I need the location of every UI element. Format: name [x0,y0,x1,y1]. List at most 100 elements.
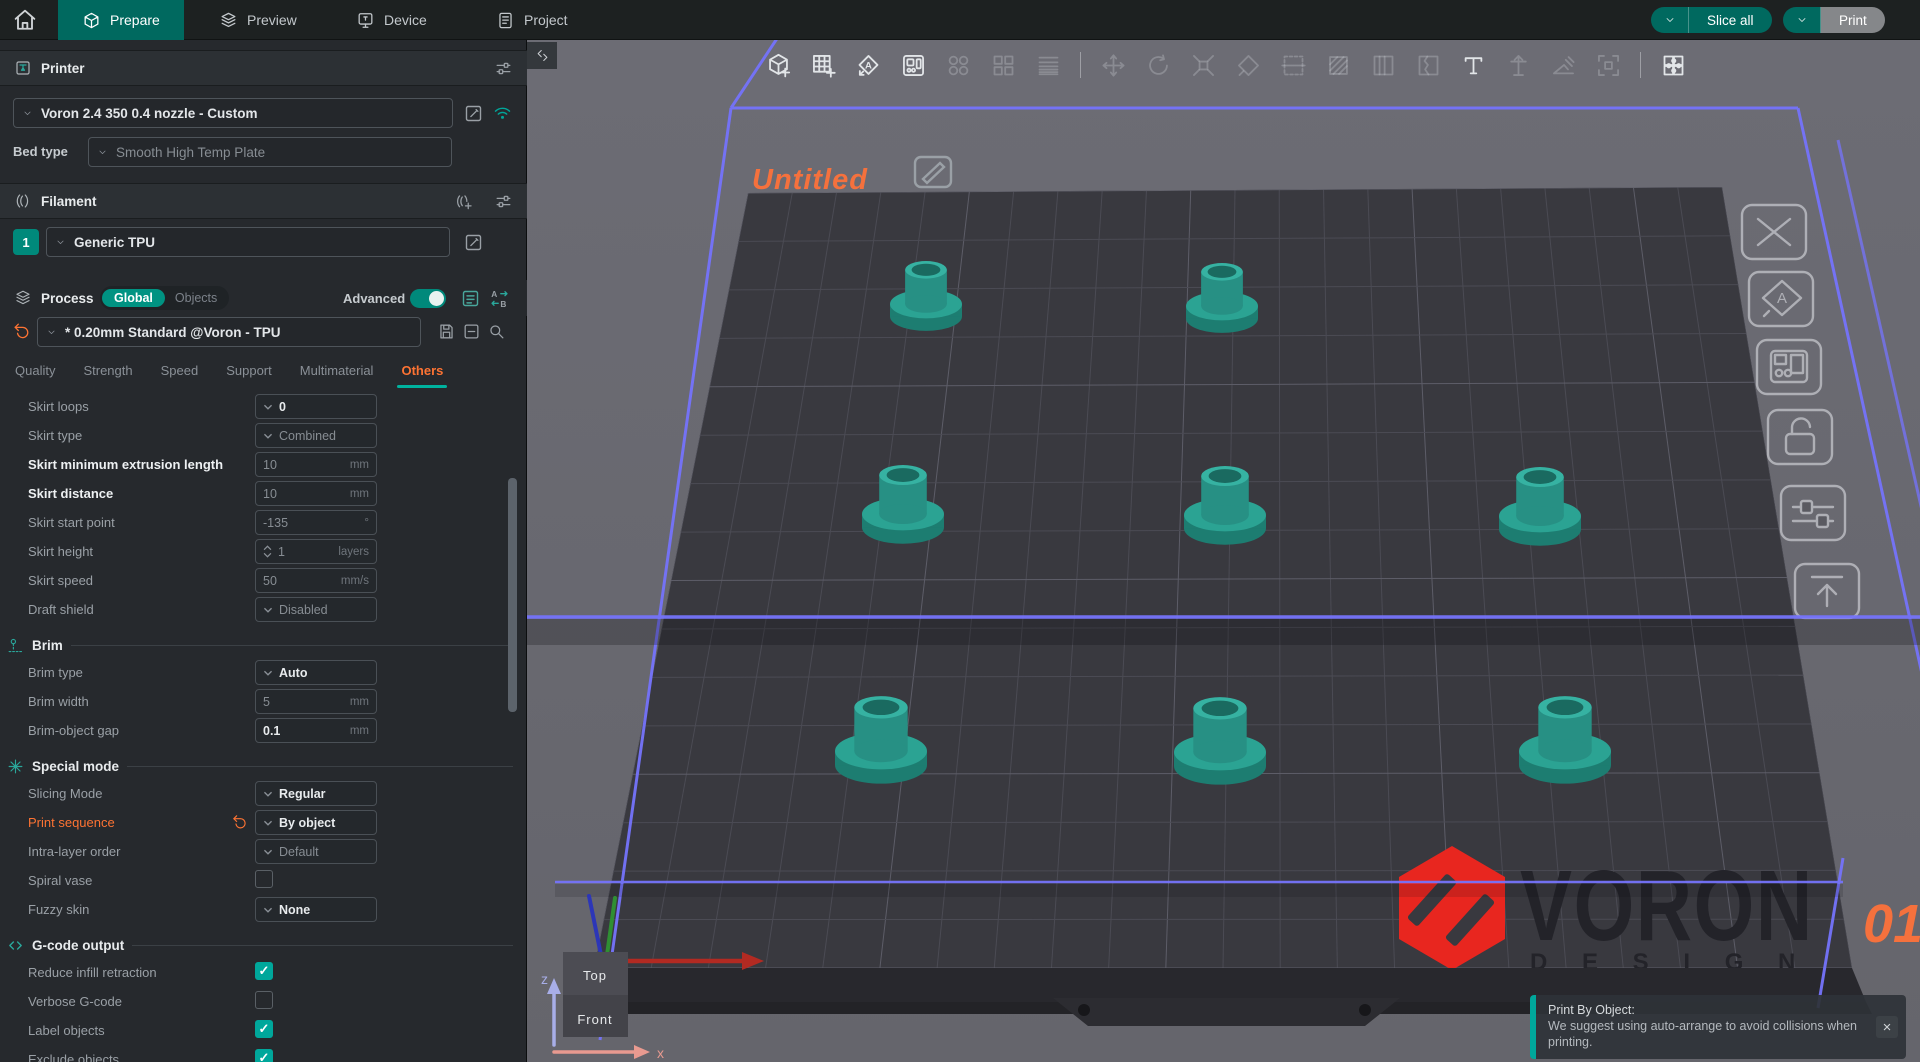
input-skirt-distance[interactable]: 10mm [255,481,377,506]
cut-icon[interactable] [1274,46,1312,84]
wifi-connection-icon[interactable] [492,102,513,123]
reset-process-icon[interactable] [12,321,31,340]
move-icon[interactable] [1094,46,1132,84]
compare-presets-icon[interactable]: AB [489,288,510,309]
slice-all-button[interactable]: Slice all [1651,7,1772,33]
process-tab-quality[interactable]: Quality [15,363,55,382]
text-icon[interactable] [1454,46,1492,84]
auto-orient-plate-icon[interactable]: A [1749,272,1813,326]
spinner-skirt-height[interactable]: 1layers [255,539,377,564]
input-skirt-minimum-extrusion-length[interactable]: 10mm [255,452,377,477]
filament-settings-sliders-icon[interactable] [494,192,513,211]
advanced-toggle[interactable] [410,289,446,308]
scale-icon[interactable] [1184,46,1222,84]
variable-layer-height-icon[interactable] [1029,46,1067,84]
edit-plate-name-icon[interactable] [915,157,951,187]
scale-to-fit-icon[interactable] [1589,46,1627,84]
setting-row-draft-shield: Draft shieldDisabled [0,595,527,624]
dropdown-skirt-type[interactable]: Combined [255,423,377,448]
checkbox-reduce-infill-retraction[interactable]: ✓ [255,962,273,980]
process-tab-speed[interactable]: Speed [161,363,199,382]
process-tab-support[interactable]: Support [226,363,272,382]
dropdown-skirt-loops[interactable]: 0 [255,394,377,419]
seam-paint-icon[interactable] [1409,46,1447,84]
home-icon[interactable] [10,6,40,34]
add-object-icon[interactable] [759,46,797,84]
dropdown-slicing-mode[interactable]: Regular [255,781,377,806]
filament-slot-badge[interactable]: 1 [13,229,39,255]
collapse-panel-handle[interactable] [527,42,557,69]
nav-cube-front-face[interactable]: Front [577,1012,612,1027]
dropdown-print-sequence[interactable]: By object [255,810,377,835]
printer-settings-sliders-icon[interactable] [494,59,513,78]
scene-canvas[interactable]: VORON D E S I G N Untitled 01 A [527,40,1920,1062]
printer-preset-dropdown[interactable]: Voron 2.4 350 0.4 nozzle - Custom [13,98,453,128]
arrange-plate-icon[interactable] [1757,340,1821,394]
add-plate-icon[interactable] [804,46,842,84]
height-range-icon[interactable] [1544,46,1582,84]
lock-plate-icon[interactable] [1768,410,1832,464]
edit-filament-icon[interactable] [463,232,484,253]
scope-global[interactable]: Global [102,289,165,307]
process-preset-dropdown[interactable]: * 0.20mm Standard @Voron - TPU [37,317,421,347]
lay-on-face-icon[interactable] [1229,46,1267,84]
arrange-icon[interactable] [894,46,932,84]
setting-label: Brim-object gap [28,723,119,738]
process-list-icon[interactable] [460,288,481,309]
checkbox-label-objects[interactable]: ✓ [255,1020,273,1038]
settings-scrollbar[interactable] [508,478,517,712]
rotate-icon[interactable] [1139,46,1177,84]
dropdown-fuzzy-skin[interactable]: None [255,897,377,922]
dropdown-draft-shield[interactable]: Disabled [255,597,377,622]
reset-setting-icon[interactable] [231,813,248,830]
print-options-chevron-icon[interactable] [1783,7,1821,33]
save-preset-icon[interactable] [437,322,456,341]
checkbox-exclude-objects[interactable]: ✓ [255,1049,273,1062]
dropdown-intra-layer-order[interactable]: Default [255,839,377,864]
tab-prepare[interactable]: Prepare [58,0,184,40]
bed-type-dropdown[interactable]: Smooth High Temp Plate [88,137,452,167]
auto-orient-icon[interactable]: A [849,46,887,84]
slice-options-chevron-icon[interactable] [1651,7,1689,33]
notification-close-icon[interactable]: × [1876,1016,1898,1038]
input-skirt-start-point[interactable]: -135° [255,510,377,535]
tab-device[interactable]: Device [332,0,451,40]
process-tab-others[interactable]: Others [401,363,443,382]
delete-plate-icon[interactable] [1742,205,1806,259]
input-brim-object-gap[interactable]: 0.1mm [255,718,377,743]
search-settings-icon[interactable] [487,322,506,341]
plate-settings-icon[interactable] [1781,486,1845,540]
nav-cube-top-face[interactable]: Top [583,968,607,983]
edit-printer-icon[interactable] [463,103,484,124]
plate-name-label[interactable]: Untitled [752,164,868,196]
setting-label: Brim type [28,665,83,680]
dropdown-brim-type[interactable]: Auto [255,660,377,685]
tab-project[interactable]: Project [472,0,592,40]
collapse-preset-icon[interactable] [462,322,481,341]
assembly-icon[interactable] [1654,46,1692,84]
support-paint-icon[interactable] [1499,46,1537,84]
checkbox-verbose-g-code[interactable] [255,991,273,1009]
setting-label: Brim width [28,694,89,709]
scope-objects[interactable]: Objects [165,289,227,307]
tab-preview[interactable]: Preview [195,0,321,40]
print-label: Print [1821,7,1885,33]
print-button[interactable]: Print [1783,7,1885,33]
split-to-parts-icon[interactable] [984,46,1022,84]
process-tab-multimaterial[interactable]: Multimaterial [300,363,374,382]
setting-row-intra-layer-order: Intra-layer orderDefault [0,837,527,866]
color-paint-icon[interactable] [1364,46,1402,84]
viewport-3d[interactable]: VORON D E S I G N Untitled 01 A [527,40,1920,1062]
input-skirt-speed[interactable]: 50mm/s [255,568,377,593]
add-filament-icon[interactable] [454,192,473,211]
move-plate-up-icon[interactable] [1795,564,1859,618]
checkbox-spiral-vase[interactable] [255,870,273,888]
filament-preset-dropdown[interactable]: Generic TPU [46,227,450,257]
fill-color-icon[interactable] [1319,46,1357,84]
process-tab-strength[interactable]: Strength [83,363,132,382]
process-scope-toggle[interactable]: Global Objects [100,286,229,310]
input-brim-width[interactable]: 5mm [255,689,377,714]
setting-row-skirt-distance: Skirt distance10mm [0,479,527,508]
nav-cube[interactable]: Top Front [563,952,628,1037]
split-to-objects-icon[interactable] [939,46,977,84]
